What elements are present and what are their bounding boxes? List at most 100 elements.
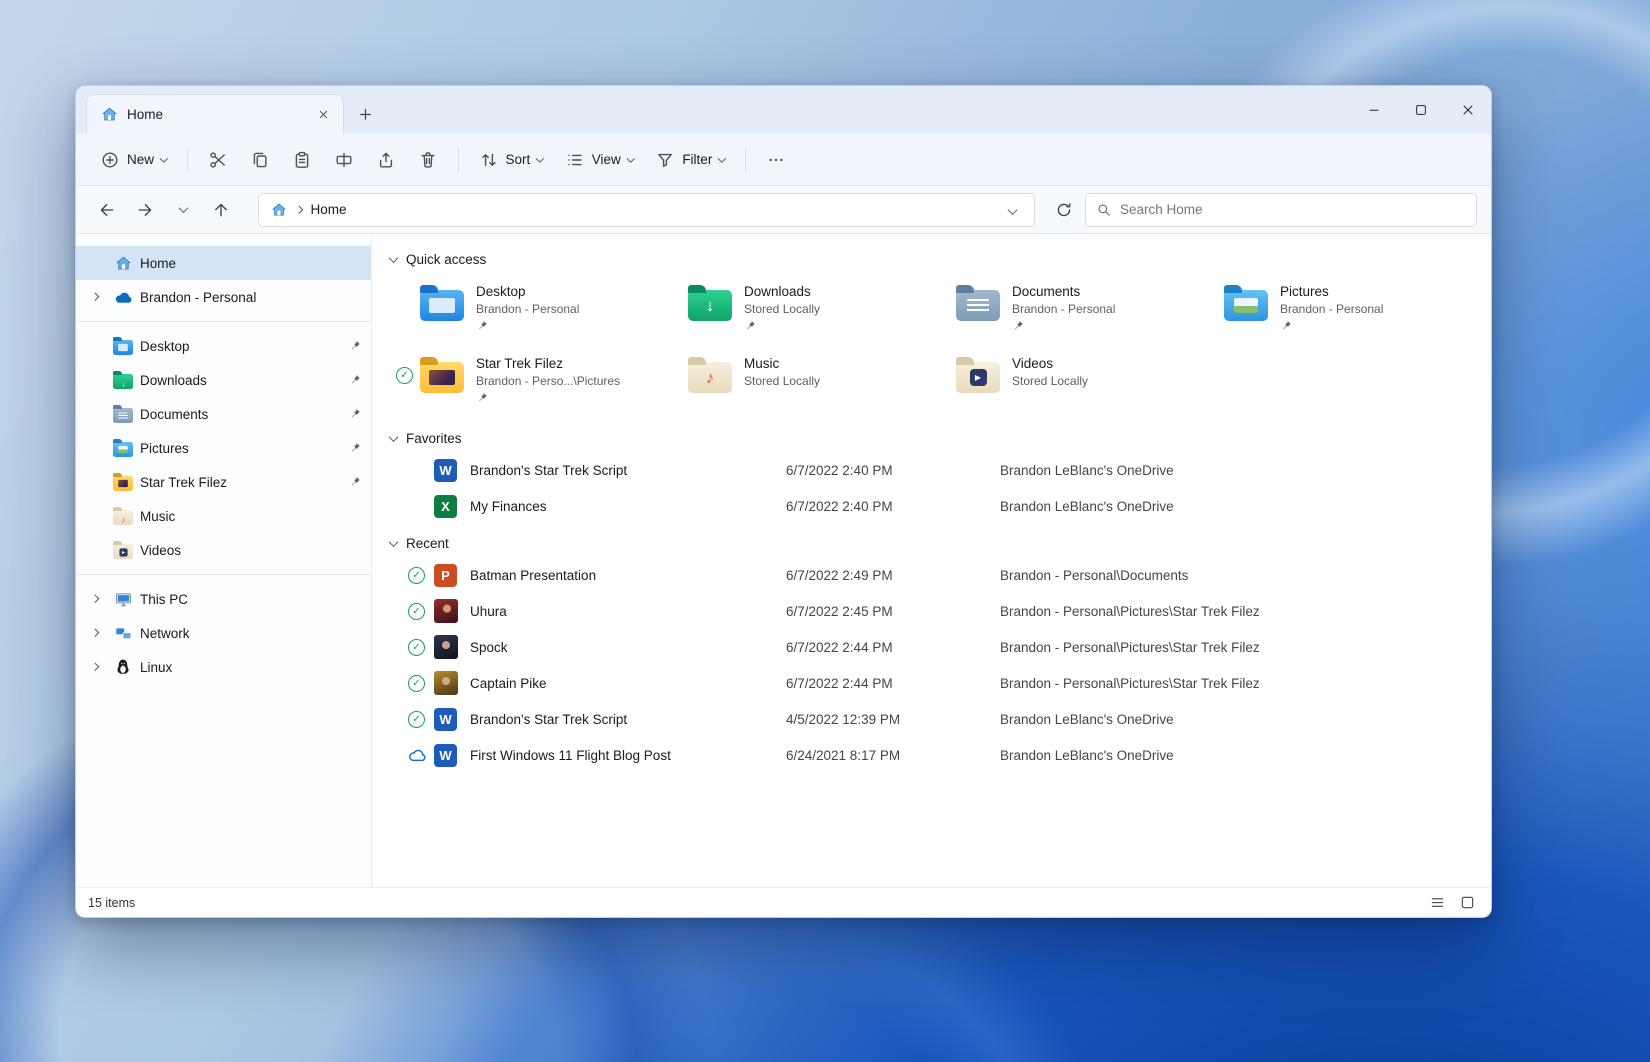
details-view-button[interactable] — [1425, 892, 1449, 914]
quick-access-tile-pictures[interactable]: Pictures Brandon - Personal — [1194, 279, 1462, 337]
minimize-button[interactable] — [1350, 86, 1397, 134]
downloads-folder-icon: ↓ — [688, 283, 732, 321]
recent-locations-button[interactable] — [166, 193, 200, 227]
file-row[interactable]: W Brandon's Star Trek Script 6/7/2022 2:… — [386, 452, 1491, 488]
file-location: Brandon LeBlanc's OneDrive — [1000, 462, 1174, 478]
onedrive-cloud-icon — [112, 286, 134, 308]
see-more-button[interactable] — [756, 142, 796, 178]
expand-chevron[interactable] — [84, 656, 106, 678]
chevron-down-icon — [1007, 204, 1018, 215]
quick-access-tile-music[interactable]: ♪ Music Stored Locally — [658, 351, 926, 409]
sidebar-item-star-trek-filez[interactable]: Star Trek Filez — [76, 465, 371, 499]
quick-access-tile-star-trek-filez[interactable]: ✓ Star Trek Filez Brandon - Perso...\Pic… — [390, 351, 658, 409]
back-button[interactable] — [90, 193, 124, 227]
sidebar-item-linux[interactable]: Linux — [76, 650, 371, 684]
expand-chevron[interactable] — [84, 622, 106, 644]
sidebar-item-home[interactable]: Home — [76, 246, 371, 280]
file-row[interactable]: X My Finances 6/7/2022 2:40 PM Brandon L… — [386, 488, 1491, 524]
new-label: New — [127, 152, 155, 167]
chevron-slot — [84, 335, 106, 357]
sidebar-item-downloads[interactable]: ↓ Downloads — [76, 363, 371, 397]
file-location: Brandon - Personal\Pictures\Star Trek Fi… — [1000, 675, 1260, 691]
network-icon — [112, 622, 134, 644]
share-button[interactable] — [366, 142, 406, 178]
quick-access-tile-desktop[interactable]: Desktop Brandon - Personal — [390, 279, 658, 337]
file-date: 6/7/2022 2:44 PM — [786, 675, 893, 691]
section-header-favorites[interactable]: Favorites — [386, 425, 1491, 452]
expand-chevron[interactable] — [84, 286, 106, 308]
large-icons-view-button[interactable] — [1455, 892, 1479, 914]
quick-access-grid: Desktop Brandon - Personal ↓ Downloads S… — [390, 279, 1491, 409]
chevron-down-icon — [388, 432, 399, 443]
chevron-down-icon — [536, 154, 544, 162]
tab-home[interactable]: Home — [86, 94, 344, 134]
expand-chevron[interactable] — [84, 588, 106, 610]
section-header-recent[interactable]: Recent — [386, 530, 1491, 557]
quick-access-tile-downloads[interactable]: ↓ Downloads Stored Locally — [658, 279, 926, 337]
file-name: My Finances — [470, 498, 547, 514]
sort-button[interactable]: Sort — [469, 142, 553, 178]
file-row[interactable]: W First Windows 11 Flight Blog Post 6/24… — [386, 737, 1491, 773]
sidebar-item-onedrive-personal[interactable]: Brandon - Personal — [76, 280, 371, 314]
sidebar-item-label: Documents — [140, 406, 209, 422]
pin-icon — [744, 319, 820, 333]
this-pc-icon — [112, 588, 134, 610]
file-row[interactable]: ✓ P Batman Presentation 6/7/2022 2:49 PM… — [386, 557, 1491, 593]
search-input[interactable] — [1120, 202, 1466, 217]
sidebar-item-desktop[interactable]: Desktop — [76, 329, 371, 363]
close-window-button[interactable] — [1444, 86, 1491, 134]
file-row[interactable]: ✓ Spock 6/7/2022 2:44 PM Brandon - Perso… — [386, 629, 1491, 665]
new-tab-button[interactable] — [350, 99, 380, 129]
breadcrumb-home[interactable]: Home — [311, 202, 347, 217]
cloud-status-icon — [408, 748, 434, 762]
cut-button[interactable] — [198, 142, 238, 178]
address-bar[interactable]: Home — [258, 192, 1035, 227]
window-controls — [1350, 86, 1491, 134]
paste-button[interactable] — [282, 142, 322, 178]
videos-folder-icon: ▶ — [956, 355, 1000, 393]
chevron-right-icon — [294, 205, 303, 214]
pin-icon — [349, 340, 361, 352]
file-row[interactable]: ✓ Captain Pike 6/7/2022 2:44 PM Brandon … — [386, 665, 1491, 701]
synced-icon: ✓ — [408, 710, 434, 728]
quick-access-tile-videos[interactable]: ▶ Videos Stored Locally — [926, 351, 1194, 409]
rename-button[interactable] — [324, 142, 364, 178]
large-icon-view-icon — [1461, 896, 1473, 909]
sidebar-item-documents[interactable]: Documents — [76, 397, 371, 431]
view-toggles — [1425, 892, 1479, 914]
sidebar-item-network[interactable]: Network — [76, 616, 371, 650]
sidebar-item-music[interactable]: ♪ Music — [76, 499, 371, 533]
copy-button[interactable] — [240, 142, 280, 178]
view-button[interactable]: View — [555, 142, 644, 178]
search-box[interactable] — [1085, 192, 1477, 227]
address-dropdown-button[interactable] — [1003, 198, 1022, 222]
sidebar-item-pictures[interactable]: Pictures — [76, 431, 371, 465]
chevron-slot — [84, 369, 106, 391]
forward-icon — [138, 203, 152, 216]
maximize-button[interactable] — [1397, 86, 1444, 134]
pin-icon — [1012, 319, 1115, 333]
new-button[interactable]: New — [90, 142, 177, 178]
tab-close-button[interactable] — [311, 103, 335, 127]
filter-button[interactable]: Filter — [645, 142, 735, 178]
chevron-down-icon — [388, 537, 399, 548]
sidebar-item-videos[interactable]: ▶ Videos — [76, 533, 371, 567]
file-list-area: Quick access Desktop Brandon - Personal — [372, 234, 1491, 887]
pictures-folder-icon — [1224, 283, 1268, 321]
section-header-quick-access[interactable]: Quick access — [386, 246, 1491, 273]
delete-button[interactable] — [408, 142, 448, 178]
sidebar-item-this-pc[interactable]: This PC — [76, 582, 371, 616]
file-date: 6/7/2022 2:40 PM — [786, 498, 893, 514]
rename-icon — [336, 152, 352, 167]
refresh-button[interactable] — [1047, 193, 1081, 227]
pin-icon — [349, 374, 361, 386]
chevron-right-icon — [91, 293, 99, 301]
file-row[interactable]: ✓ Uhura 6/7/2022 2:45 PM Brandon - Perso… — [386, 593, 1491, 629]
excel-file-icon: X — [434, 494, 470, 518]
quick-access-tile-documents[interactable]: Documents Brandon - Personal — [926, 279, 1194, 337]
forward-button[interactable] — [128, 193, 162, 227]
cut-icon — [209, 151, 225, 168]
file-row[interactable]: ✓ W Brandon's Star Trek Script 4/5/2022 … — [386, 701, 1491, 737]
up-button[interactable] — [204, 193, 238, 227]
copy-icon — [253, 152, 267, 167]
